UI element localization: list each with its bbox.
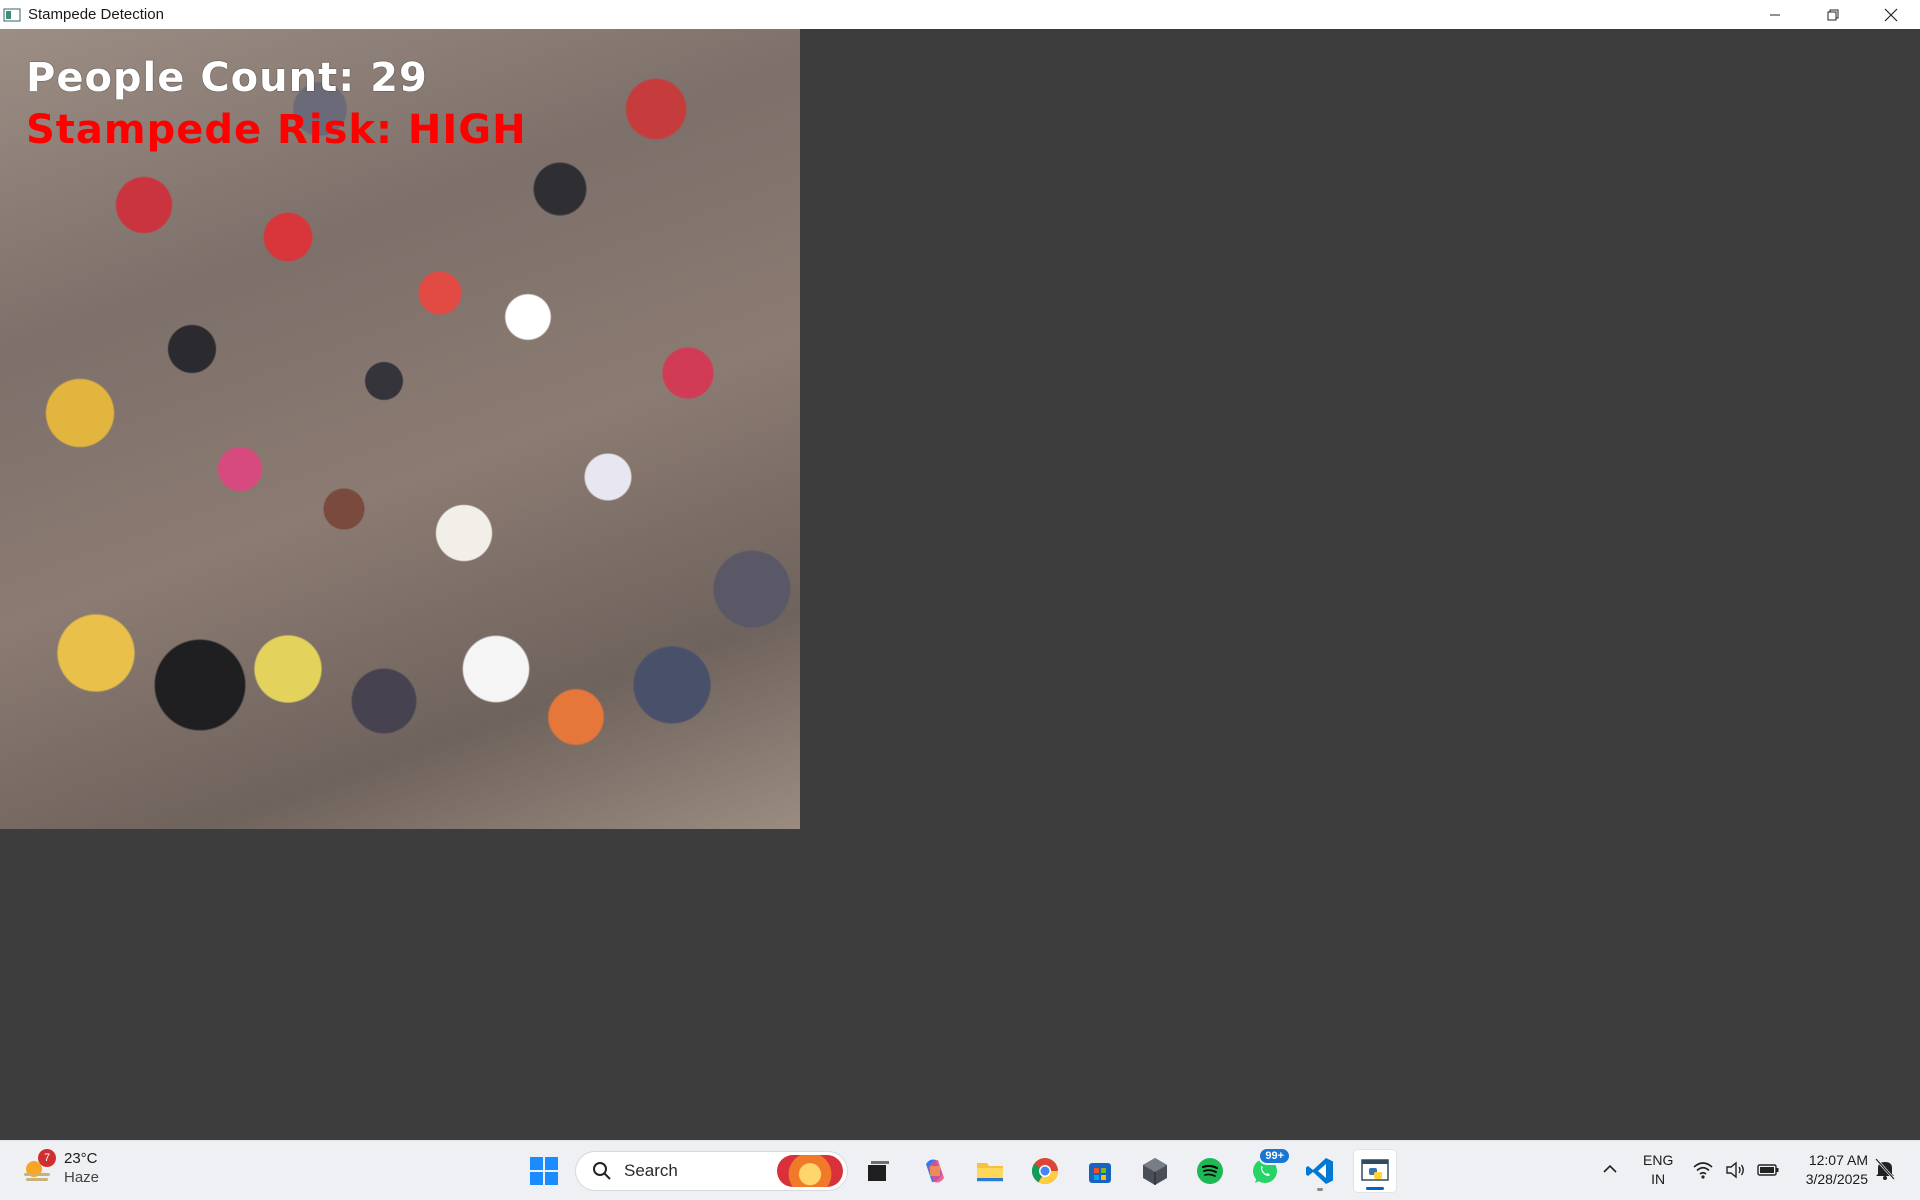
notification-bell-icon <box>1875 1158 1895 1180</box>
start-icon <box>530 1157 558 1185</box>
system-tray[interactable] <box>1692 1159 1780 1181</box>
taskbar: 7 23°C Haze Search 99+ ENG IN 12:07 AM 3… <box>0 1140 1920 1200</box>
video-frame: People Count: 29 Stampede Risk: HIGH <box>0 29 800 829</box>
store-icon <box>1089 1163 1111 1183</box>
store-button[interactable] <box>1078 1149 1122 1193</box>
battery-icon <box>1757 1164 1779 1176</box>
language-region: IN <box>1651 1171 1666 1187</box>
close-icon <box>1884 8 1898 21</box>
volume-icon <box>1726 1161 1744 1179</box>
taskbar-search-box[interactable]: Search <box>575 1151 848 1191</box>
weather-alert-badge: 7 <box>38 1149 56 1167</box>
spotify-button[interactable] <box>1188 1149 1232 1193</box>
chrome-button[interactable] <box>1023 1149 1067 1193</box>
notification-center-button[interactable] <box>1874 1157 1896 1186</box>
vscode-button[interactable] <box>1298 1149 1342 1193</box>
restore-icon <box>1827 9 1839 20</box>
chrome-icon <box>1031 1158 1059 1185</box>
window-title: Stampede Detection <box>28 6 164 23</box>
people-count-label: People Count: 29 <box>26 55 428 101</box>
minimize-button[interactable] <box>1746 0 1804 29</box>
wifi-icon <box>1693 1162 1713 1179</box>
show-hidden-icons-button[interactable] <box>1600 1159 1620 1184</box>
file-explorer-icon <box>977 1163 1003 1182</box>
whatsapp-button[interactable]: 99+ <box>1243 1147 1291 1193</box>
window-controls <box>1746 0 1920 29</box>
weather-condition: Haze <box>64 1169 100 1186</box>
cube-app-button[interactable] <box>1133 1149 1177 1193</box>
restore-button[interactable] <box>1804 0 1862 29</box>
minimize-icon <box>1770 14 1780 15</box>
language-code: ENG <box>1643 1152 1674 1168</box>
running-indicator <box>1317 1188 1323 1191</box>
clock-time: 12:07 AM <box>1808 1152 1868 1168</box>
task-view-button[interactable] <box>856 1149 900 1193</box>
copilot-icon <box>926 1159 944 1183</box>
search-icon <box>593 1162 611 1180</box>
start-button[interactable] <box>522 1149 566 1193</box>
copilot-button[interactable] <box>913 1149 957 1193</box>
active-window-indicator <box>1366 1187 1384 1190</box>
stampede-risk-label: Stampede Risk: HIGH <box>26 107 527 153</box>
app-window-icon <box>3 7 21 23</box>
spotify-icon <box>1197 1158 1223 1184</box>
language-indicator[interactable]: ENG IN <box>1643 1151 1673 1189</box>
search-placeholder: Search <box>624 1161 678 1180</box>
search-highlight-image <box>777 1155 843 1187</box>
file-explorer-button[interactable] <box>968 1149 1012 1193</box>
weather-haze-icon: 7 <box>20 1149 56 1185</box>
chevron-up-icon <box>1603 1164 1617 1173</box>
title-bar: Stampede Detection <box>0 0 1920 29</box>
python-window-button[interactable] <box>1353 1149 1397 1193</box>
task-view-icon <box>868 1161 889 1181</box>
close-button[interactable] <box>1862 0 1920 29</box>
whatsapp-unread-badge: 99+ <box>1258 1147 1291 1165</box>
vscode-icon <box>1306 1158 1333 1184</box>
python-window-icon <box>1361 1159 1389 1181</box>
weather-temperature: 23°C <box>64 1150 98 1167</box>
taskbar-clock[interactable]: 12:07 AM 3/28/2025 <box>1790 1151 1868 1189</box>
app-cube-icon <box>1143 1158 1167 1185</box>
weather-widget[interactable]: 7 23°C Haze <box>20 1149 99 1187</box>
clock-date: 3/28/2025 <box>1805 1171 1868 1187</box>
